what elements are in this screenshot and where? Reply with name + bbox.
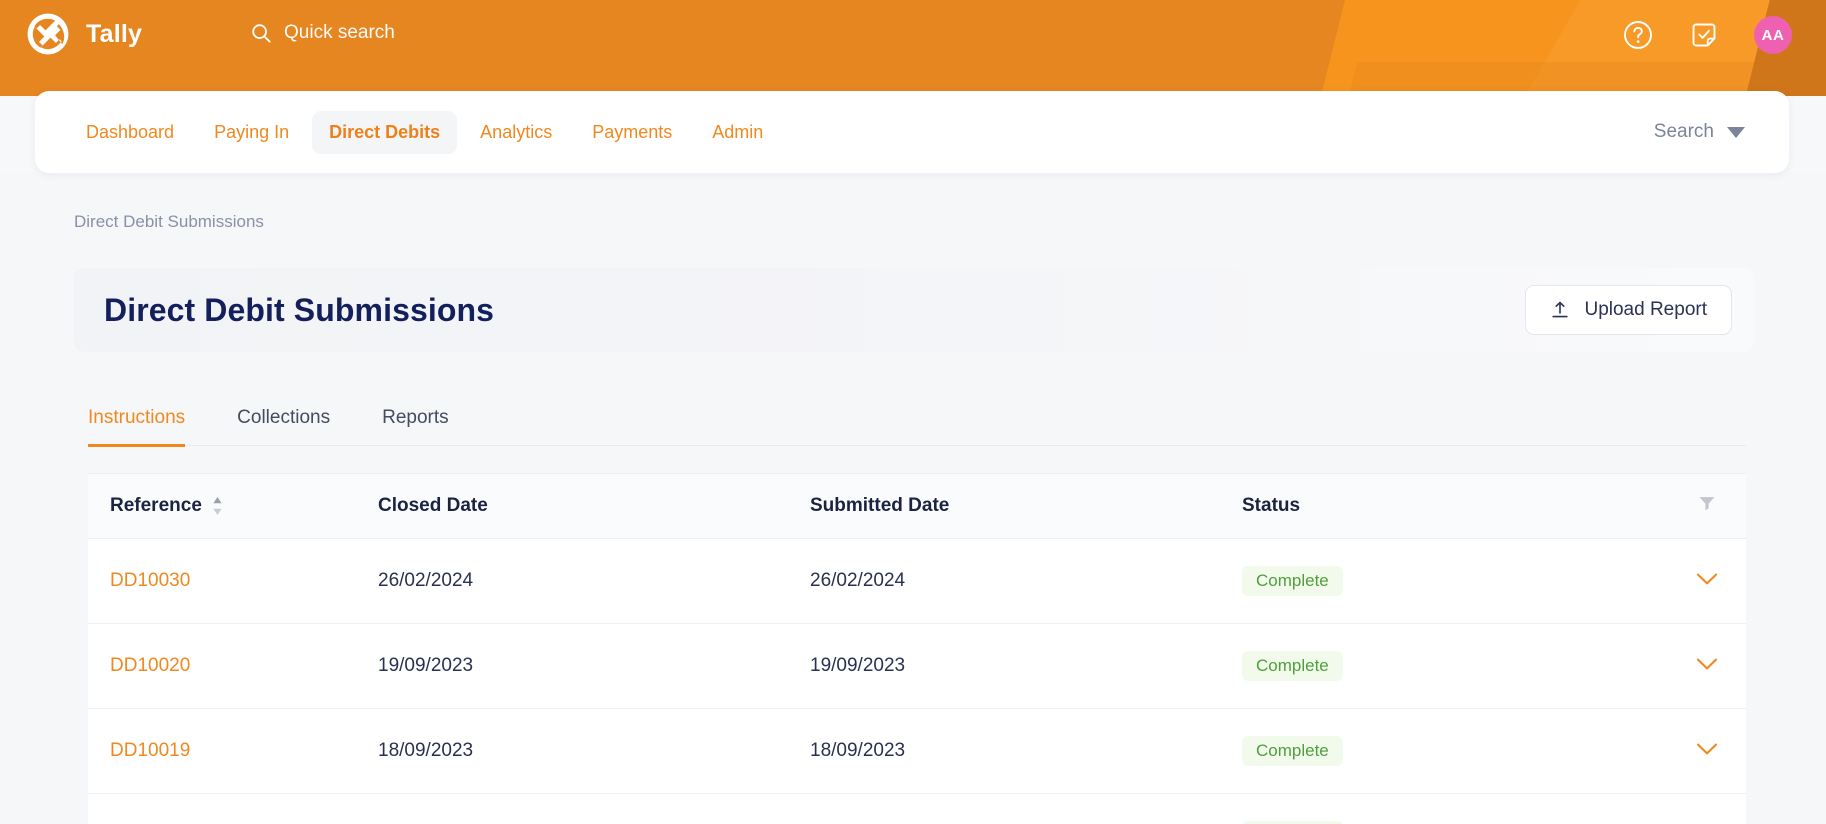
status-badge: Complete xyxy=(1242,736,1343,766)
reference-link[interactable]: DD10019 xyxy=(110,740,190,761)
nav-item-admin[interactable]: Admin xyxy=(695,111,780,154)
tally-swirl-logo-icon xyxy=(26,12,70,56)
row-expand-chevron-down-icon[interactable] xyxy=(1696,570,1718,591)
sort-updown-icon[interactable] xyxy=(212,496,223,516)
table-row[interactable]: DD10019 18/09/2023 18/09/2023 Complete xyxy=(88,708,1746,794)
help-circle-icon[interactable] xyxy=(1622,19,1654,51)
chevron-down-icon xyxy=(1727,126,1745,138)
status-badge: Complete xyxy=(1242,651,1343,681)
column-label-closed-date: Closed Date xyxy=(378,495,488,516)
nav-item-analytics[interactable]: Analytics xyxy=(463,111,569,154)
nav-item-dashboard[interactable]: Dashboard xyxy=(69,111,191,154)
reference-link[interactable]: DD10030 xyxy=(110,570,190,591)
table-row[interactable]: DD10020 19/09/2023 19/09/2023 Complete xyxy=(88,623,1746,709)
column-label-submitted-date: Submitted Date xyxy=(810,495,950,516)
reference-link[interactable]: DD10020 xyxy=(110,655,190,676)
column-header-closed-date[interactable]: Closed Date xyxy=(378,473,810,539)
row-expand-chevron-down-icon[interactable] xyxy=(1696,655,1718,676)
column-label-reference: Reference xyxy=(110,495,202,516)
header-actions: AA xyxy=(1622,16,1792,54)
cell-closed-date: 26/02/2024 xyxy=(378,538,810,624)
table-row[interactable]: DD10011 26/05/2023 26/05/2023 Complete xyxy=(88,793,1746,824)
row-expand-chevron-down-icon[interactable] xyxy=(1696,740,1718,761)
cell-submitted-date: 19/09/2023 xyxy=(810,623,1242,709)
cell-submitted-date: 26/05/2023 xyxy=(810,793,1242,824)
quick-search-placeholder: Quick search xyxy=(284,22,395,43)
checklist-note-icon[interactable] xyxy=(1688,19,1720,51)
status-badge: Complete xyxy=(1242,566,1343,596)
brand-name: Tally xyxy=(86,19,143,48)
tab-reports[interactable]: Reports xyxy=(382,407,449,447)
tab-collections[interactable]: Collections xyxy=(237,407,330,447)
page-title: Direct Debit Submissions xyxy=(104,291,495,328)
column-header-status[interactable]: Status xyxy=(1242,473,1612,539)
nav-item-paying-in[interactable]: Paying In xyxy=(197,111,306,154)
column-header-reference[interactable]: Reference xyxy=(88,473,378,539)
tab-bar: Instructions Collections Reports xyxy=(88,391,1746,447)
brand-logo-group[interactable]: Tally xyxy=(26,12,142,56)
upload-report-button[interactable]: Upload Report xyxy=(1525,285,1732,335)
cell-closed-date: 18/09/2023 xyxy=(378,708,810,794)
nav-search-dropdown[interactable]: Search xyxy=(1654,121,1745,143)
column-header-filter[interactable] xyxy=(1612,473,1746,539)
submissions-table-wrapper: Reference Closed Date Submitted Date Sta… xyxy=(88,473,1746,824)
primary-nav-card: Dashboard Paying In Direct Debits Analyt… xyxy=(35,91,1789,173)
nav-search-label: Search xyxy=(1653,121,1714,142)
table-head: Reference Closed Date Submitted Date Sta… xyxy=(88,473,1746,539)
page-content: Direct Debit Submissions Direct Debit Su… xyxy=(0,173,1826,824)
search-icon xyxy=(250,22,272,44)
app-root: Tally Quick search AA Dashboard Paying I… xyxy=(0,0,1826,824)
page-header-banner: Direct Debit Submissions Upload Report xyxy=(74,268,1754,352)
cell-submitted-date: 18/09/2023 xyxy=(810,708,1242,794)
cell-submitted-date: 26/02/2024 xyxy=(810,538,1242,624)
nav-item-direct-debits[interactable]: Direct Debits xyxy=(312,110,458,154)
tab-instructions[interactable]: Instructions xyxy=(88,407,186,447)
cell-closed-date: 19/09/2023 xyxy=(378,623,810,709)
table-row[interactable]: DD10030 26/02/2024 26/02/2024 Complete xyxy=(88,538,1746,624)
breadcrumb: Direct Debit Submissions xyxy=(74,212,264,231)
quick-search-input[interactable]: Quick search xyxy=(250,22,395,44)
column-header-submitted-date[interactable]: Submitted Date xyxy=(810,473,1242,539)
submissions-table: Reference Closed Date Submitted Date Sta… xyxy=(88,473,1746,824)
upload-icon xyxy=(1550,300,1570,320)
cell-closed-date: 26/05/2023 xyxy=(378,793,810,824)
filter-funnel-icon[interactable] xyxy=(1698,496,1716,517)
table-header-row: Reference Closed Date Submitted Date Sta… xyxy=(88,473,1746,539)
upload-report-label: Upload Report xyxy=(1584,299,1707,320)
nav-item-payments[interactable]: Payments xyxy=(575,111,689,154)
avatar-initials: AA xyxy=(1761,26,1785,44)
primary-nav: Dashboard Paying In Direct Debits Analyt… xyxy=(69,110,780,154)
column-label-status: Status xyxy=(1242,495,1301,516)
avatar[interactable]: AA xyxy=(1754,16,1792,54)
table-body: DD10030 26/02/2024 26/02/2024 Complete D… xyxy=(88,538,1746,824)
top-header-bar: Tally Quick search AA xyxy=(0,0,1826,96)
